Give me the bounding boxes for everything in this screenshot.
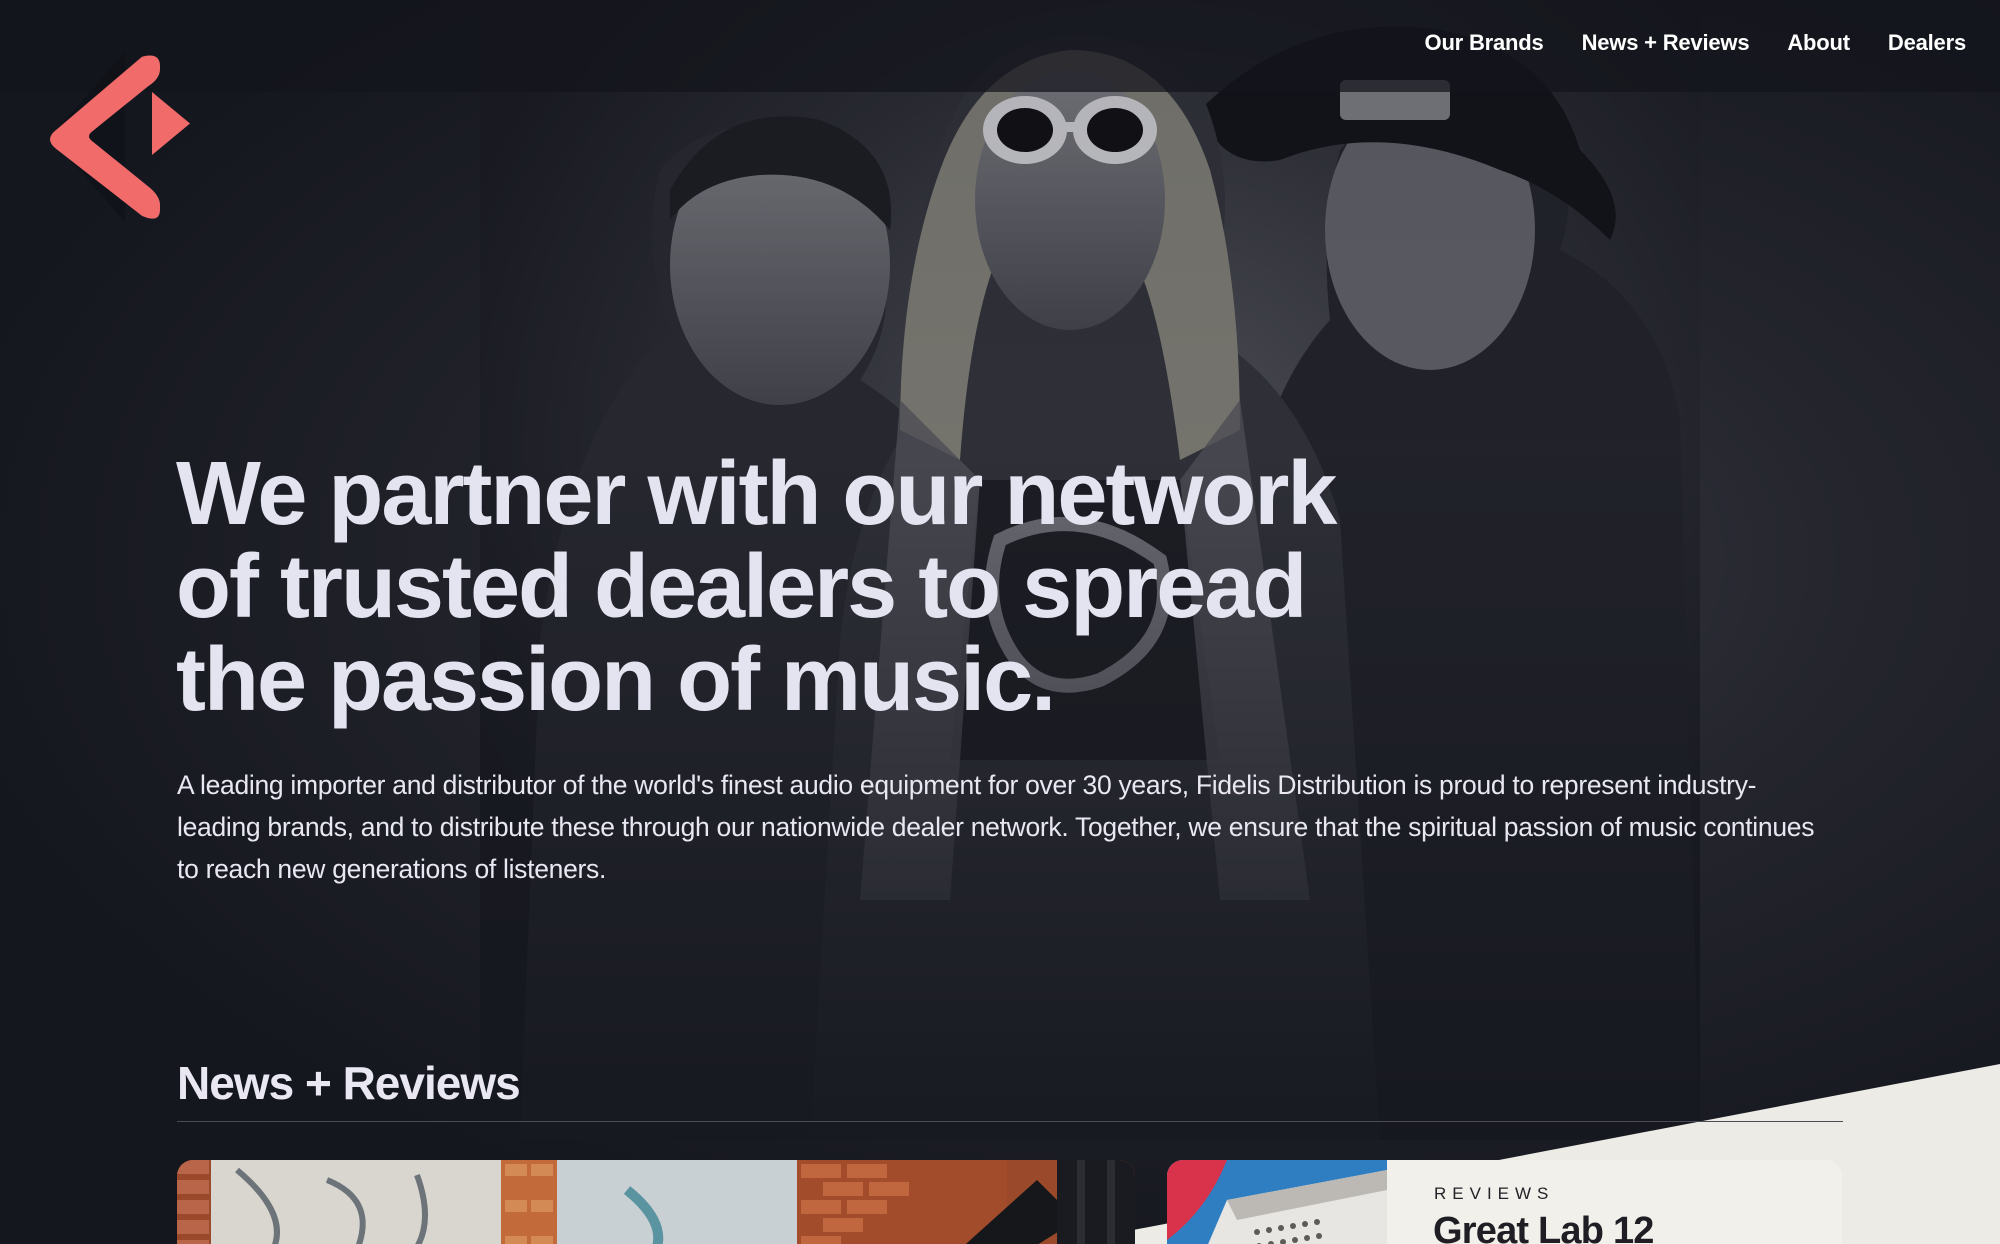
- review-card-kicker: REVIEWS: [1434, 1184, 1555, 1203]
- nav-news-reviews[interactable]: News + Reviews: [1582, 30, 1750, 56]
- nav-our-brands[interactable]: Our Brands: [1425, 30, 1544, 56]
- hero-headline: We partner with our network of trusted d…: [176, 448, 1476, 727]
- hero-intro-text: A leading importer and distributor of th…: [177, 770, 1815, 884]
- review-card-title[interactable]: Great Lab 12: [1433, 1210, 1654, 1244]
- featured-news-card[interactable]: [177, 1160, 1135, 1244]
- hero-headline-line-1: We partner with our network: [176, 444, 1337, 544]
- nav-dealers[interactable]: Dealers: [1888, 30, 1966, 56]
- fidelis-logo-icon[interactable]: [30, 42, 220, 232]
- top-navigation-bar: Our Brands News + Reviews About Dealers: [0, 0, 2000, 92]
- speaker-product-photo: [1167, 1160, 1387, 1244]
- page: Our Brands News + Reviews About Dealers …: [0, 0, 2000, 1244]
- hero-headline-line-3: the passion of music.: [176, 630, 1056, 730]
- nav-about[interactable]: About: [1787, 30, 1850, 56]
- hero-headline-line-2: of trusted dealers to spread: [176, 537, 1307, 637]
- main-nav: Our Brands News + Reviews About Dealers: [1425, 30, 1967, 56]
- graffiti-wall-photo: [177, 1160, 1135, 1244]
- section-divider: [177, 1121, 1843, 1122]
- review-card[interactable]: REVIEWS Great Lab 12: [1167, 1160, 1842, 1244]
- news-section-title: News + Reviews: [177, 1057, 521, 1109]
